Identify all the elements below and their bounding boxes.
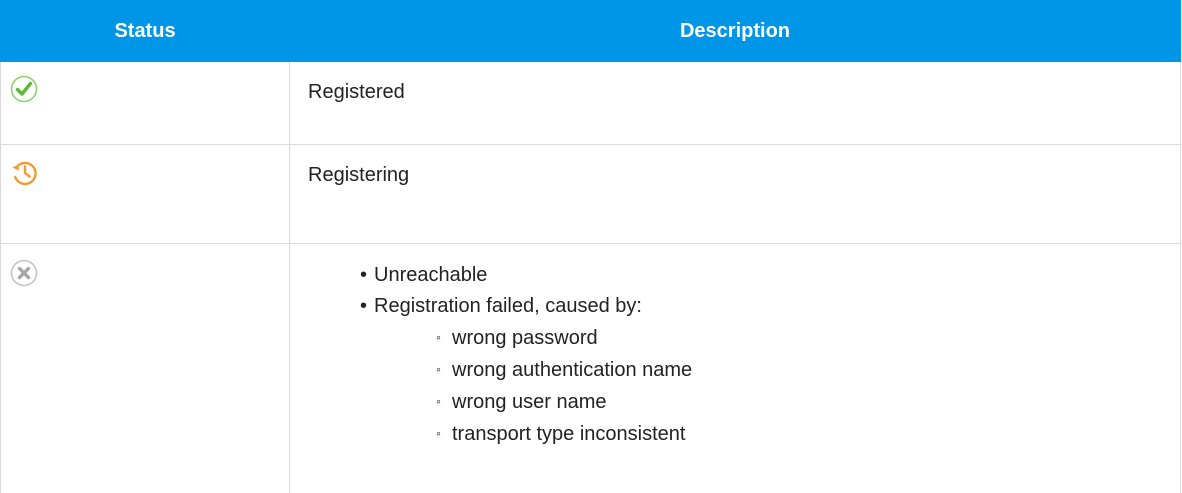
sub-list-item-label: wrong authentication name [452, 359, 692, 381]
sub-list-item: ◦wrong user name [436, 386, 1180, 418]
description-cell: •Unreachable •Registration failed, cause… [290, 244, 1181, 493]
table-row-registered: Registered [1, 62, 1181, 145]
sub-list-item-label: wrong user name [452, 391, 607, 413]
description-cell: Registering [290, 145, 1181, 244]
list-item: •Unreachable [360, 260, 1180, 291]
failed-x-icon [10, 259, 38, 287]
sub-list-item: ◦wrong password [436, 322, 1180, 354]
table-row-registering: Registering [1, 145, 1181, 244]
status-description: Registered [308, 78, 1180, 106]
sub-bullet-icon: ◦ [436, 386, 452, 417]
sub-list-item-label: wrong password [452, 327, 598, 349]
status-column-header: Status [1, 1, 290, 62]
table-header-row: Status Description [1, 1, 1181, 62]
sub-list-item-label: transport type inconsistent [452, 423, 685, 445]
status-table: Status Description Registered [0, 0, 1181, 493]
sub-list-item: ◦wrong authentication name [436, 354, 1180, 386]
failure-cause-list: ◦wrong password ◦wrong authentication na… [360, 322, 1180, 450]
table-row-failed: •Unreachable •Registration failed, cause… [1, 244, 1181, 493]
status-cell [1, 244, 290, 493]
bullet-icon: • [360, 260, 374, 291]
sub-list-item: ◦transport type inconsistent [436, 418, 1180, 450]
failure-reason-list: •Unreachable •Registration failed, cause… [308, 260, 1180, 450]
status-cell [1, 62, 290, 145]
status-description: Registering [308, 161, 1180, 189]
description-column-header: Description [290, 1, 1181, 62]
sub-bullet-icon: ◦ [436, 418, 452, 449]
status-cell [1, 145, 290, 244]
description-cell: Registered [290, 62, 1181, 145]
list-item: •Registration failed, caused by: ◦wrong … [360, 291, 1180, 450]
list-item-label: Registration failed, caused by: [374, 295, 642, 317]
registering-history-icon [10, 158, 38, 186]
sub-bullet-icon: ◦ [436, 354, 452, 385]
registered-check-icon [10, 75, 38, 103]
bullet-icon: • [360, 291, 374, 322]
sub-bullet-icon: ◦ [436, 322, 452, 353]
list-item-label: Unreachable [374, 264, 487, 286]
